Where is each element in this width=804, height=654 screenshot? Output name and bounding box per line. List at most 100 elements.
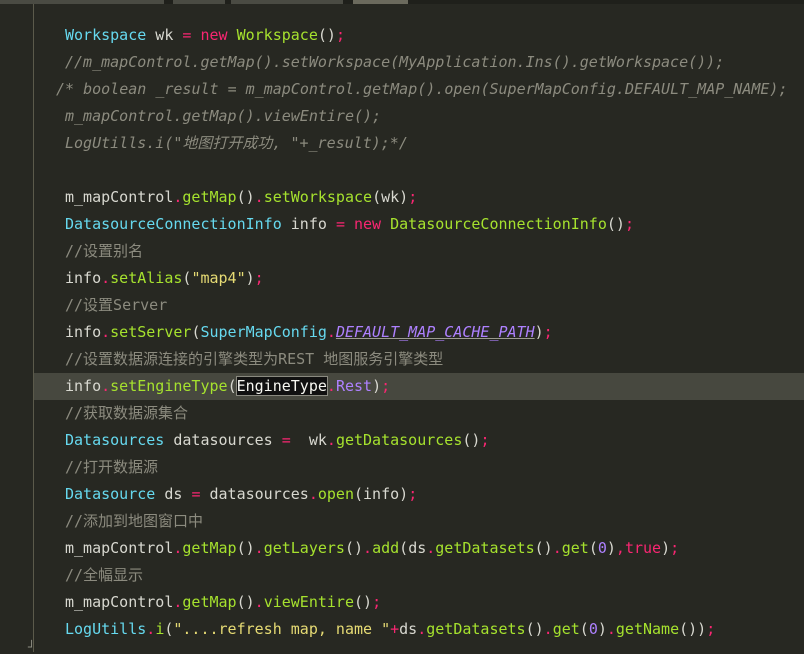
code-token: //设置别名 — [65, 242, 144, 260]
code-line[interactable]: m_mapControl.getMap().setWorkspace(wk); — [34, 184, 804, 211]
code-token: () — [236, 188, 255, 206]
code-token: getDatasets — [435, 539, 535, 557]
code-token: ; — [254, 269, 264, 287]
code-token: LogUtills.i("地图打开成功, "+_result);*/ — [65, 134, 408, 152]
code-token: ) — [372, 377, 382, 395]
code-token: new — [200, 26, 228, 44]
code-token: 0 — [597, 539, 607, 557]
code-token: getMap — [182, 539, 237, 557]
code-line[interactable]: DatasourceConnectionInfo info = new Data… — [34, 211, 804, 238]
code-token: ; — [480, 431, 490, 449]
code-token: ()) — [679, 620, 707, 638]
code-line[interactable]: //获取数据源集合 — [34, 400, 804, 427]
code-token: m_mapControl — [65, 593, 174, 611]
code-line[interactable]: LogUtills.i("....refresh map, name "+ds.… — [34, 616, 804, 643]
code-text: //设置别名 — [65, 238, 143, 265]
code-token: ; — [381, 377, 391, 395]
code-token: ( — [354, 485, 364, 503]
code-line-current[interactable]: info.setEngineType(EngineType.Rest); — [34, 373, 804, 400]
code-line[interactable]: //全幅显示 — [34, 562, 804, 589]
code-line[interactable]: /* boolean _result = m_mapControl.getMap… — [34, 76, 804, 103]
code-line[interactable]: //添加到地图窗口中 — [34, 508, 804, 535]
code-line[interactable]: info.setServer(SuperMapConfig.DEFAULT_MA… — [34, 319, 804, 346]
code-line[interactable]: m_mapControl.getMap().viewEntire(); — [34, 589, 804, 616]
code-text: Datasource ds = datasources.open(info); — [65, 481, 417, 508]
code-token: i — [155, 620, 165, 638]
code-line[interactable]: Workspace wk = new Workspace(); — [34, 22, 804, 49]
code-token: () — [344, 539, 364, 557]
code-text: Workspace wk = new Workspace(); — [65, 22, 345, 49]
code-token: , — [615, 539, 625, 557]
code-line[interactable]: Datasources datasources = wk.getDatasour… — [34, 427, 804, 454]
code-line[interactable]: //设置别名 — [34, 238, 804, 265]
code-token: ; — [543, 323, 553, 341]
code-token: get — [561, 539, 589, 557]
code-line[interactable]: //设置数据源连接的引擎类型为REST 地图服务引擎类型 — [34, 346, 804, 373]
code-token: setAlias — [110, 269, 183, 287]
code-line[interactable]: m_mapControl.getMap().viewEntire(); — [34, 103, 804, 130]
code-token: . — [146, 620, 156, 638]
code-token: + — [390, 620, 400, 638]
code-token: ; — [624, 215, 634, 233]
code-token: Datasource — [65, 485, 156, 503]
code-token: get — [552, 620, 580, 638]
code-token: . — [254, 188, 264, 206]
code-text: //设置数据源连接的引擎类型为REST 地图服务引擎类型 — [65, 346, 443, 373]
code-token: ; — [670, 539, 680, 557]
code-token: info — [65, 377, 102, 395]
code-token: Workspace — [65, 26, 147, 44]
code-token: () — [606, 215, 625, 233]
code-text: m_mapControl.getMap().setWorkspace(wk); — [65, 184, 417, 211]
code-token: setEngineType — [110, 377, 228, 395]
code-token: //全幅显示 — [65, 566, 144, 584]
code-token: . — [101, 269, 111, 287]
code-line[interactable]: Datasource ds = datasources.open(info); — [34, 481, 804, 508]
code-token: add — [372, 539, 400, 557]
code-token: m_mapControl — [65, 188, 174, 206]
code-line[interactable]: LogUtills.i("地图打开成功, "+_result);*/ — [34, 130, 804, 157]
code-text: LogUtills.i("....refresh map, name "+ds.… — [65, 616, 715, 643]
code-token: () — [534, 539, 553, 557]
code-token: Datasources — [65, 431, 165, 449]
code-token: ) — [534, 323, 544, 341]
code-line[interactable] — [34, 157, 804, 184]
code-token: m_mapControl.getMap().viewEntire(); — [65, 107, 382, 125]
code-token: datasources — [200, 485, 309, 503]
code-token: viewEntire — [263, 593, 354, 611]
code-token: () — [236, 593, 255, 611]
code-text: //全幅显示 — [65, 562, 143, 589]
code-token: datasources — [164, 431, 282, 449]
code-token: EngineType — [235, 376, 328, 396]
code-token: open — [317, 485, 354, 503]
code-line[interactable]: //打开数据源 — [34, 454, 804, 481]
code-token: . — [363, 539, 373, 557]
code-token: ; — [372, 593, 382, 611]
code-token: . — [426, 539, 436, 557]
code-token: ) — [399, 188, 409, 206]
code-editor[interactable]: Workspace wk = new Workspace();//m_mapCo… — [34, 4, 804, 652]
code-token: ) — [245, 269, 255, 287]
code-token: ) — [399, 485, 409, 503]
editor-gutter[interactable] — [0, 4, 34, 652]
code-text: info.setEngineType(EngineType.Rest); — [65, 373, 390, 400]
code-token: DatasourceConnectionInfo — [65, 215, 282, 233]
code-text: //添加到地图窗口中 — [65, 508, 203, 535]
code-token: ; — [408, 485, 418, 503]
code-line[interactable]: //m_mapControl.getMap().setWorkspace(MyA… — [34, 49, 804, 76]
code-line[interactable]: m_mapControl.getMap().getLayers().add(ds… — [34, 535, 804, 562]
code-text: m_mapControl.getMap().viewEntire(); — [65, 103, 381, 130]
code-token: ds — [155, 485, 192, 503]
code-text: //m_mapControl.getMap().setWorkspace(MyA… — [65, 49, 724, 76]
code-line[interactable]: info.setAlias("map4"); — [34, 265, 804, 292]
code-token: . — [101, 377, 111, 395]
code-token: ds — [399, 620, 418, 638]
code-token: () — [462, 431, 481, 449]
code-token: info — [65, 323, 102, 341]
code-line[interactable]: //设置Server — [34, 292, 804, 319]
code-token: ( — [399, 539, 409, 557]
code-token: "....refresh map, name " — [173, 620, 391, 638]
code-text: Datasources datasources = wk.getDatasour… — [65, 427, 489, 454]
code-text: //获取数据源集合 — [65, 400, 188, 427]
